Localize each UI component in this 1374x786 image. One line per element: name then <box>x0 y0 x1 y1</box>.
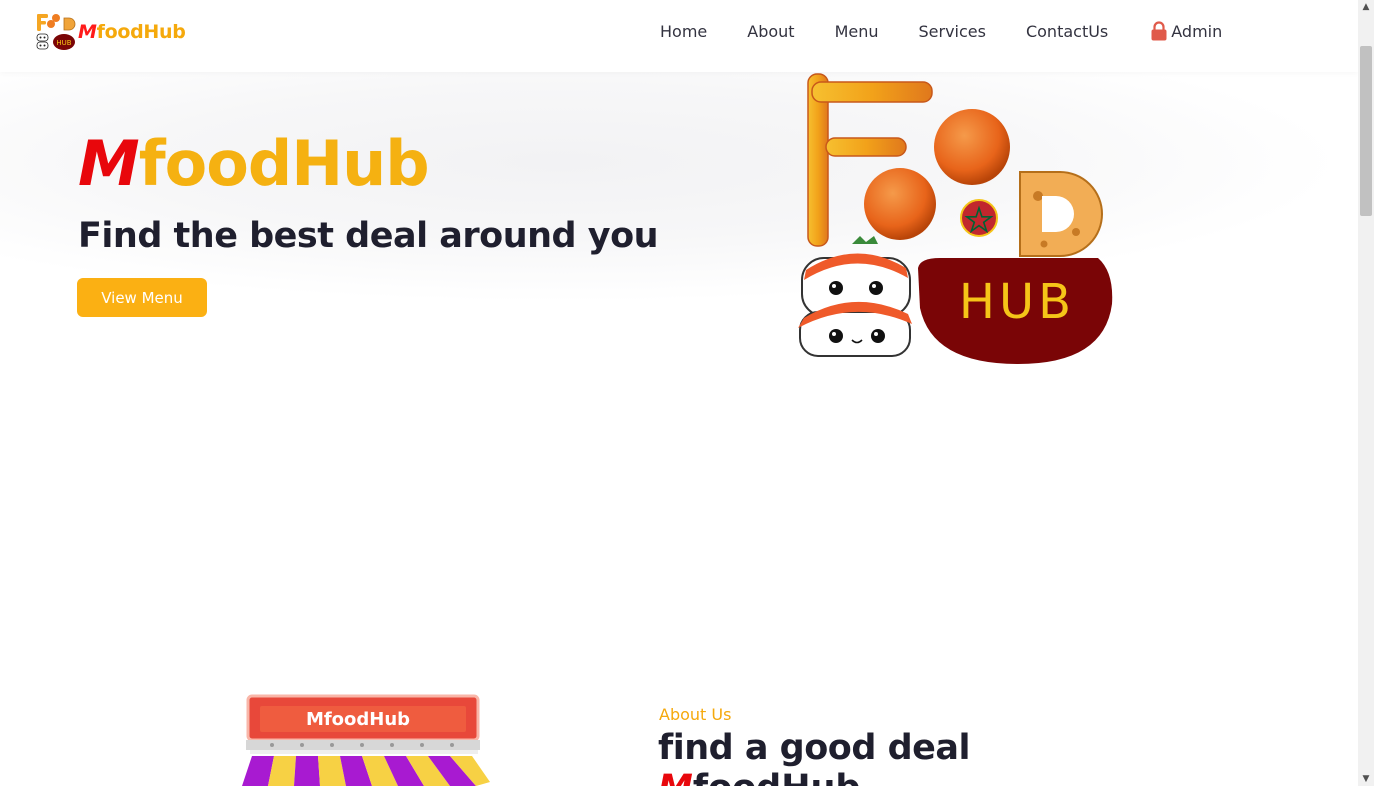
view-menu-button[interactable]: View Menu <box>77 278 207 317</box>
about-label: About Us <box>659 705 732 724</box>
nav-admin-label: Admin <box>1171 21 1223 41</box>
scrollbar-thumb[interactable] <box>1360 46 1372 216</box>
brand-logo-icon: HUB <box>34 12 76 52</box>
svg-text:HUB: HUB <box>959 274 1075 330</box>
nav-menu[interactable]: Menu <box>835 22 879 41</box>
about-heading: find a good deal <box>658 728 970 768</box>
store-illustration: MfoodHub <box>232 694 492 786</box>
vertical-scrollbar[interactable]: ▲ ▼ <box>1358 0 1374 786</box>
nav-contactus[interactable]: ContactUs <box>1026 22 1108 41</box>
lock-icon <box>1151 21 1167 41</box>
brand-link[interactable]: HUB MfoodHub <box>34 12 186 52</box>
scroll-down-arrow-icon[interactable]: ▼ <box>1361 774 1371 784</box>
svg-text:HUB: HUB <box>56 39 71 47</box>
hero-subtitle: Find the best deal around you <box>78 216 659 256</box>
navbar: HUB MfoodHub Home About Menu Services Co… <box>0 0 1358 72</box>
food-hub-logo-image: HUB <box>782 72 1122 372</box>
about-brand-heading: MfoodHub <box>658 768 860 786</box>
store-sign-text: MfoodHub <box>306 709 410 730</box>
nav-services[interactable]: Services <box>919 22 986 41</box>
brand-name: MfoodHub <box>78 21 186 43</box>
nav-about[interactable]: About <box>747 22 794 41</box>
nav-admin[interactable]: Admin <box>1150 21 1222 41</box>
nav-home[interactable]: Home <box>660 22 707 41</box>
hero-title: MfoodHub <box>78 127 430 200</box>
scroll-up-arrow-icon[interactable]: ▲ <box>1361 2 1371 12</box>
page: HUB MfoodHub Home About Menu Services Co… <box>0 0 1358 786</box>
main-nav: Home About Menu Services ContactUs Admin <box>640 18 1242 44</box>
